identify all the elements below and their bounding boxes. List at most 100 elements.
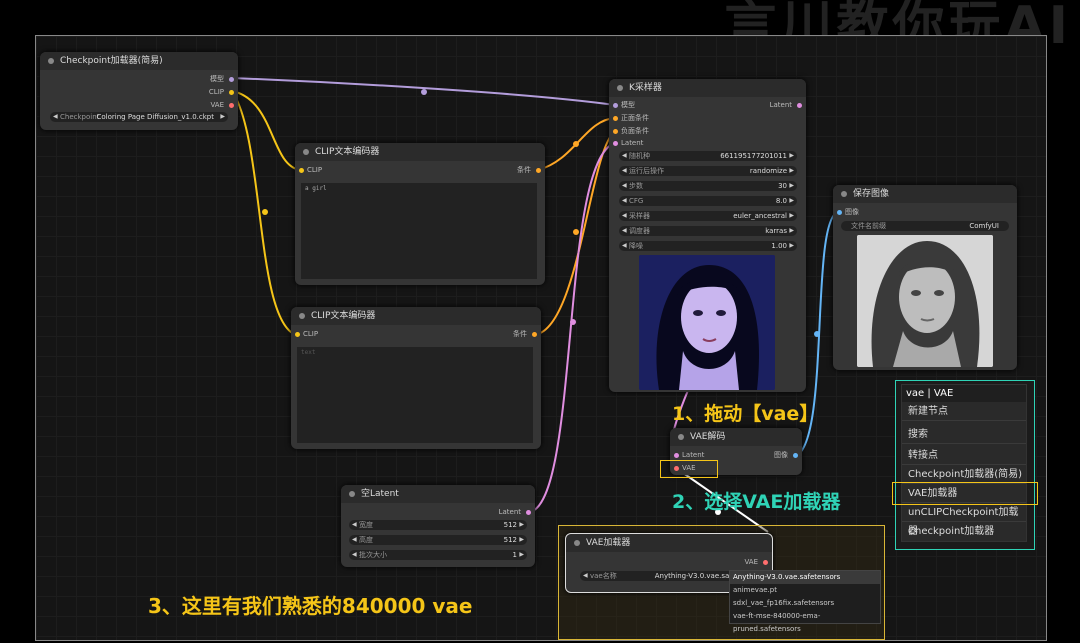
input-images-port[interactable] <box>837 210 842 215</box>
output-latent-label: Latent <box>769 101 792 109</box>
arrow-left-icon[interactable]: ◀ <box>583 571 588 581</box>
ckpt-name-select[interactable]: ◀ Checkpoint Coloring Page Diffusion_v1.… <box>50 112 228 122</box>
input-clip-port[interactable] <box>295 332 300 337</box>
widget-denoise[interactable]: ◀ 降噪 1.00 ▶ <box>619 241 797 251</box>
widget-seed[interactable]: ◀ 随机种 661195177201011 ▶ <box>619 151 797 161</box>
node-empty-latent[interactable]: 空Latent Latent ◀ 宽度 512 ▶ ◀ 高度 512 ▶ ◀ 批次大小 1 ▶ <box>341 485 535 567</box>
menu-item-reroute[interactable]: 转接点 <box>902 446 1026 465</box>
output-conditioning-port[interactable] <box>536 168 541 173</box>
node-clip-text-encode-positive[interactable]: CLIP文本编码器 CLIP 条件 a girl <box>295 143 545 285</box>
arrow-left-icon[interactable]: ◀ <box>352 550 357 560</box>
widget-control-after-generate[interactable]: ◀ 运行后操作 randomize ▶ <box>619 166 797 176</box>
node-title-bar[interactable]: K采样器 <box>609 79 806 97</box>
widget-value: randomize <box>749 167 787 175</box>
arrow-left-icon[interactable]: ◀ <box>622 181 627 191</box>
widget-width[interactable]: ◀ 宽度 512 ▶ <box>349 520 527 530</box>
widget-value: 512 <box>503 536 517 544</box>
arrow-right-icon[interactable]: ▶ <box>220 112 225 122</box>
node-clip-text-encode-negative[interactable]: CLIP文本编码器 CLIP 条件 text <box>291 307 541 449</box>
collapse-dot-icon[interactable] <box>678 434 684 440</box>
output-conditioning-label: 条件 <box>517 166 531 174</box>
collapse-dot-icon[interactable] <box>303 149 309 155</box>
arrow-right-icon[interactable]: ▶ <box>789 181 794 191</box>
menu-item-new-node[interactable]: 新建节点 <box>902 402 1026 421</box>
output-model-port[interactable] <box>229 77 234 82</box>
collapse-dot-icon[interactable] <box>574 540 580 546</box>
widget-label: 批次大小 <box>359 551 387 559</box>
input-latent-port[interactable] <box>613 141 618 146</box>
node-ksampler[interactable]: K采样器 模型 正面条件 负面条件 Latent Latent ◀ 随机种 6611… <box>609 79 806 392</box>
arrow-left-icon[interactable]: ◀ <box>622 211 627 221</box>
collapse-dot-icon[interactable] <box>299 313 305 319</box>
widget-sampler[interactable]: ◀ 采样器 euler_ancestral ▶ <box>619 211 797 221</box>
node-title-bar[interactable]: VAE解码 <box>670 428 802 446</box>
dropdown-item-anything-vae[interactable]: Anything-V3.0.vae.safetensors <box>730 571 880 584</box>
widget-steps[interactable]: ◀ 步数 30 ▶ <box>619 181 797 191</box>
widget-value: 30 <box>778 182 787 190</box>
menu-item-checkpoint-loader[interactable]: Checkpoint加载器 <box>902 522 1026 541</box>
node-title-bar[interactable]: 保存图像 <box>833 185 1017 203</box>
arrow-left-icon[interactable]: ◀ <box>53 112 58 122</box>
collapse-dot-icon[interactable] <box>48 58 54 64</box>
menu-item-unclip-checkpoint-loader[interactable]: unCLIPCheckpoint加载器 <box>902 503 1026 537</box>
widget-batch-size[interactable]: ◀ 批次大小 1 ▶ <box>349 550 527 560</box>
widget-cfg[interactable]: ◀ CFG 8.0 ▶ <box>619 196 797 206</box>
filename-prefix-field[interactable]: 文件名前缀 ComfyUI <box>841 221 1009 231</box>
output-clip-port[interactable] <box>229 90 234 95</box>
arrow-right-icon[interactable]: ▶ <box>519 535 524 545</box>
dropdown-item-sdxl-vae[interactable]: sdxl_vae_fp16fix.safetensors <box>730 597 880 610</box>
input-model-port[interactable] <box>613 103 618 108</box>
output-latent-port[interactable] <box>526 510 531 515</box>
arrow-right-icon[interactable]: ▶ <box>789 166 794 176</box>
output-conditioning-port[interactable] <box>532 332 537 337</box>
arrow-right-icon[interactable]: ▶ <box>519 550 524 560</box>
arrow-right-icon[interactable]: ▶ <box>789 241 794 251</box>
prompt-textarea[interactable]: text <box>297 347 533 443</box>
input-positive-port[interactable] <box>613 116 618 121</box>
collapse-dot-icon[interactable] <box>841 191 847 197</box>
arrow-right-icon[interactable]: ▶ <box>789 211 794 221</box>
node-save-image[interactable]: 保存图像 图像 文件名前缀 ComfyUI <box>833 185 1017 370</box>
collapse-dot-icon[interactable] <box>349 491 355 497</box>
output-image-port[interactable] <box>793 453 798 458</box>
menu-item-search[interactable]: 搜索 <box>902 425 1026 444</box>
dropdown-item-vae-ft-mse-840000[interactable]: vae-ft-mse-840000-ema-pruned.safetensors <box>730 610 880 633</box>
collapse-dot-icon[interactable] <box>617 85 623 91</box>
node-title-bar[interactable]: VAE加载器 <box>566 534 772 552</box>
node-checkpoint-loader[interactable]: Checkpoint加载器(简易) 模型 CLIP VAE ◀ Checkpoi… <box>40 52 238 130</box>
arrow-right-icon[interactable]: ▶ <box>789 151 794 161</box>
input-negative-port[interactable] <box>613 129 618 134</box>
output-latent-port[interactable] <box>797 103 802 108</box>
output-vae-port[interactable] <box>229 103 234 108</box>
input-latent-port[interactable] <box>674 453 679 458</box>
widget-value: 8.0 <box>775 197 787 205</box>
arrow-right-icon[interactable]: ▶ <box>789 196 794 206</box>
input-model-label: 模型 <box>621 101 635 109</box>
vae-name-dropdown[interactable]: Anything-V3.0.vae.safetensors animevae.p… <box>729 570 881 633</box>
node-title-bar[interactable]: Checkpoint加载器(简易) <box>40 52 238 70</box>
arrow-left-icon[interactable]: ◀ <box>622 166 627 176</box>
arrow-left-icon[interactable]: ◀ <box>622 196 627 206</box>
widget-height[interactable]: ◀ 高度 512 ▶ <box>349 535 527 545</box>
context-menu[interactable]: vae | VAE 新建节点 搜索 转接点 Checkpoint加载器(简易) … <box>901 384 1027 542</box>
widget-label: 宽度 <box>359 521 373 529</box>
dropdown-item-animevae[interactable]: animevae.pt <box>730 584 880 597</box>
arrow-right-icon[interactable]: ▶ <box>519 520 524 530</box>
arrow-left-icon[interactable]: ◀ <box>622 241 627 251</box>
node-title-bar[interactable]: CLIP文本编码器 <box>291 307 541 325</box>
screen: 言川教你玩AI Checkpoint加载器(简易) 模型 CLIP VAE ◀ … <box>0 0 1080 643</box>
arrow-left-icon[interactable]: ◀ <box>622 151 627 161</box>
input-clip-port[interactable] <box>299 168 304 173</box>
output-image <box>857 235 993 367</box>
annotation-step3: 3、这里有我们熟悉的840000 vae <box>148 594 473 618</box>
arrow-left-icon[interactable]: ◀ <box>352 535 357 545</box>
prompt-textarea[interactable]: a girl <box>301 183 537 279</box>
arrow-right-icon[interactable]: ▶ <box>789 226 794 236</box>
node-title-bar[interactable]: CLIP文本编码器 <box>295 143 545 161</box>
arrow-left-icon[interactable]: ◀ <box>622 226 627 236</box>
output-vae-port[interactable] <box>763 560 768 565</box>
widget-value: 1.00 <box>771 242 787 250</box>
widget-scheduler[interactable]: ◀ 调度器 karras ▶ <box>619 226 797 236</box>
arrow-left-icon[interactable]: ◀ <box>352 520 357 530</box>
node-title-bar[interactable]: 空Latent <box>341 485 535 503</box>
